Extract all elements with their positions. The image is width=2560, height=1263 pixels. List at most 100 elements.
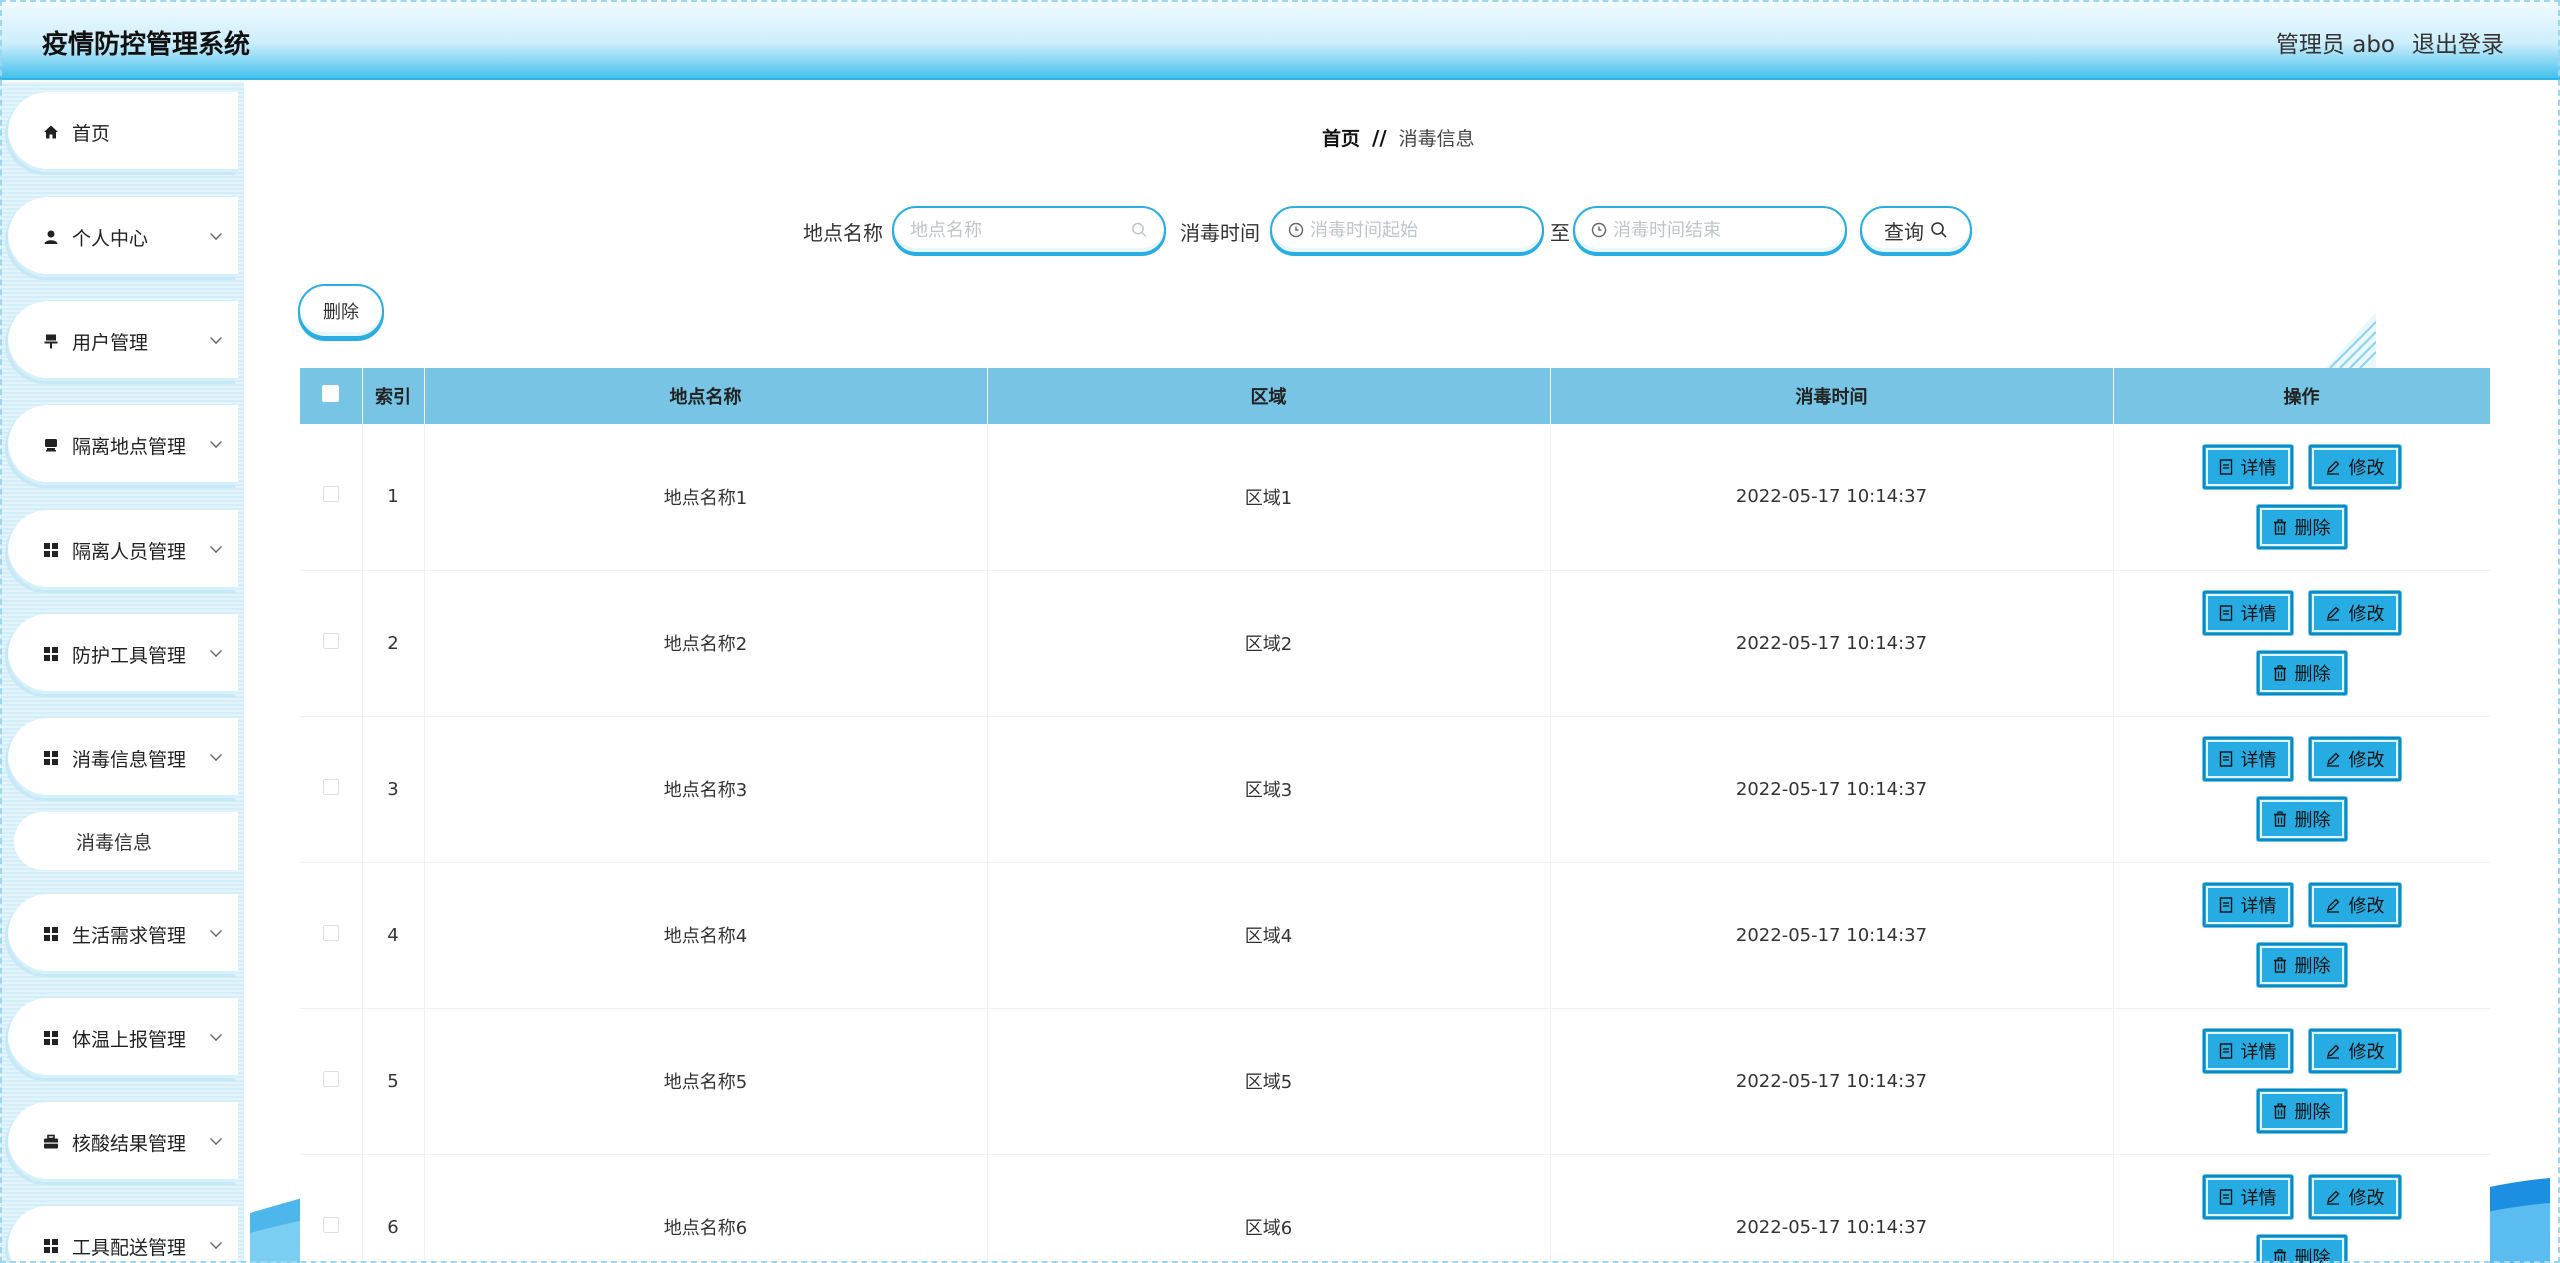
row-actions: 详情 修改删除 bbox=[2114, 1175, 2490, 1263]
detail-button[interactable]: 详情 bbox=[2202, 444, 2293, 489]
place-cell: 地点名称5 bbox=[424, 1008, 988, 1155]
clock-icon bbox=[1288, 222, 1304, 238]
edit-button-label: 修改 bbox=[2348, 1188, 2385, 1209]
logout-link[interactable]: 退出登录 bbox=[2412, 25, 2504, 59]
chevron-down-icon bbox=[210, 645, 222, 657]
grid-icon bbox=[42, 925, 60, 943]
edit-button[interactable]: 修改 bbox=[2308, 444, 2401, 489]
edit-button[interactable]: 修改 bbox=[2308, 1175, 2401, 1219]
document-icon bbox=[2219, 1189, 2232, 1205]
select-all-cell bbox=[300, 368, 363, 424]
row-select-cell bbox=[300, 716, 363, 863]
sidebar-item-3[interactable]: 用户管理 bbox=[8, 301, 238, 381]
end-time-input[interactable] bbox=[1613, 219, 1829, 241]
start-time-input[interactable] bbox=[1310, 219, 1526, 241]
chevron-down-icon bbox=[210, 436, 222, 448]
search-icon bbox=[1931, 222, 1947, 238]
detail-button[interactable]: 详情 bbox=[2202, 1029, 2293, 1073]
search-button[interactable]: 查询 bbox=[1860, 206, 1972, 254]
detail-button-label: 详情 bbox=[2240, 1188, 2277, 1209]
row-delete-label: 删除 bbox=[2294, 810, 2331, 831]
grid-icon bbox=[42, 749, 60, 767]
search-icon bbox=[1132, 222, 1147, 238]
edit-button[interactable]: 修改 bbox=[2308, 883, 2401, 927]
sidebar-item-2[interactable]: 个人中心 bbox=[8, 197, 238, 277]
row-delete-button[interactable]: 删除 bbox=[2256, 1235, 2347, 1263]
sidebar-item-6[interactable]: 防护工具管理 bbox=[8, 614, 238, 694]
detail-button[interactable]: 详情 bbox=[2202, 591, 2293, 635]
sidebar-item-1[interactable]: 首页 bbox=[8, 92, 238, 172]
select-all-checkbox[interactable] bbox=[322, 385, 340, 402]
row-checkbox[interactable] bbox=[322, 1070, 339, 1087]
clock-icon bbox=[1591, 222, 1607, 238]
app-title: 疫情防控管理系统 bbox=[42, 30, 251, 60]
row-actions: 详情 修改删除 bbox=[2114, 591, 2490, 695]
row-delete-button[interactable]: 删除 bbox=[2256, 651, 2347, 695]
detail-button[interactable]: 详情 bbox=[2202, 883, 2293, 927]
sidebar-subitem-disinfection-info[interactable]: 消毒信息 bbox=[14, 812, 238, 870]
edit-icon bbox=[2326, 606, 2339, 621]
sidebar-item-11[interactable]: 工具配送管理 bbox=[8, 1206, 238, 1263]
sidebar-item-label: 防护工具管理 bbox=[72, 644, 187, 667]
data-table-container: 索引 地点名称 区域 消毒时间 操作 1 地点名称1 区域1 2022-05-17 1… bbox=[300, 368, 2490, 1263]
index-cell: 6 bbox=[362, 1154, 425, 1263]
actions-cell: 详情 修改删除 bbox=[2113, 570, 2490, 717]
detail-button[interactable]: 详情 bbox=[2202, 1175, 2293, 1219]
trash-icon bbox=[2273, 957, 2286, 973]
row-checkbox[interactable] bbox=[322, 924, 339, 941]
row-actions-top: 详情 修改 bbox=[2202, 737, 2401, 781]
place-name-field[interactable] bbox=[892, 206, 1166, 254]
table-row: 2 地点名称2 区域2 2022-05-17 10:14:37 详情 修改 删除 bbox=[300, 570, 2490, 717]
sidebar-item-8[interactable]: 生活需求管理 bbox=[8, 894, 238, 974]
sidebar-item-7[interactable]: 消毒信息管理 bbox=[8, 718, 238, 798]
edit-button-label: 修改 bbox=[2348, 604, 2385, 625]
detail-button[interactable]: 详情 bbox=[2202, 737, 2293, 781]
edit-button[interactable]: 修改 bbox=[2308, 1029, 2401, 1073]
sidebar-item-label: 隔离人员管理 bbox=[72, 540, 187, 563]
row-delete-button[interactable]: 删除 bbox=[2256, 1089, 2347, 1133]
sidebar-item-9[interactable]: 体温上报管理 bbox=[8, 998, 238, 1078]
actions-cell: 详情 修改删除 bbox=[2113, 1154, 2490, 1263]
sidebar-subitem-label: 消毒信息 bbox=[76, 831, 153, 854]
row-checkbox[interactable] bbox=[322, 632, 339, 649]
row-checkbox[interactable] bbox=[322, 778, 339, 795]
place-cell: 地点名称1 bbox=[424, 424, 988, 571]
place-name-input[interactable] bbox=[910, 219, 1132, 241]
row-select-cell bbox=[300, 862, 363, 1009]
edit-icon bbox=[2326, 460, 2339, 475]
sidebar-item-4[interactable]: 隔离地点管理 bbox=[8, 405, 238, 485]
actions-cell: 详情 修改删除 bbox=[2113, 1008, 2490, 1155]
chevron-down-icon bbox=[210, 1029, 222, 1041]
table-row: 6 地点名称6 区域6 2022-05-17 10:14:37 详情 修改 删除 bbox=[300, 1154, 2490, 1263]
area-cell: 区域3 bbox=[987, 716, 1551, 863]
row-actions: 详情 修改删除 bbox=[2114, 737, 2490, 841]
row-delete-button[interactable]: 删除 bbox=[2256, 797, 2347, 841]
chevron-down-icon bbox=[210, 1133, 222, 1145]
edit-button-label: 修改 bbox=[2348, 1042, 2385, 1063]
trash-icon bbox=[2273, 665, 2286, 681]
edit-icon bbox=[2326, 898, 2339, 913]
row-delete-button[interactable]: 删除 bbox=[2256, 943, 2347, 987]
row-delete-label: 删除 bbox=[2294, 517, 2331, 539]
edit-button[interactable]: 修改 bbox=[2308, 737, 2401, 781]
sidebar-item-label: 用户管理 bbox=[72, 331, 149, 354]
row-checkbox[interactable] bbox=[322, 486, 339, 503]
batch-delete-button[interactable]: 删除 bbox=[298, 284, 384, 338]
chevron-down-icon bbox=[210, 541, 222, 553]
grid-icon bbox=[42, 541, 60, 559]
start-time-field[interactable] bbox=[1270, 206, 1544, 254]
row-actions-top: 详情 修改 bbox=[2202, 444, 2401, 489]
edit-button[interactable]: 修改 bbox=[2308, 591, 2401, 635]
row-checkbox[interactable] bbox=[322, 1216, 339, 1233]
end-time-field[interactable] bbox=[1573, 206, 1847, 254]
sidebar-item-10[interactable]: 核酸结果管理 bbox=[8, 1102, 238, 1182]
detail-button-label: 详情 bbox=[2240, 457, 2277, 479]
edit-icon bbox=[2326, 1190, 2339, 1205]
breadcrumb-home[interactable]: 首页 bbox=[1322, 124, 1360, 151]
row-delete-button[interactable]: 删除 bbox=[2256, 504, 2347, 549]
table-row: 5 地点名称5 区域5 2022-05-17 10:14:37 详情 修改 删除 bbox=[300, 1008, 2490, 1155]
breadcrumb-current: 消毒信息 bbox=[1398, 128, 1475, 150]
column-header-place: 地点名称 bbox=[424, 368, 988, 424]
chevron-down-icon bbox=[210, 749, 222, 761]
sidebar-item-5[interactable]: 隔离人员管理 bbox=[8, 510, 238, 590]
